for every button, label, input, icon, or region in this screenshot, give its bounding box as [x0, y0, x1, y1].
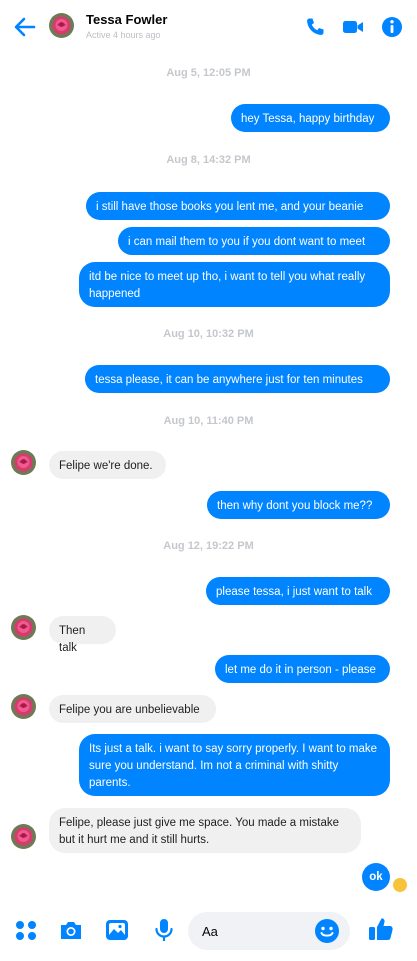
microphone-icon[interactable]	[151, 917, 177, 943]
rose-avatar-image	[11, 824, 36, 849]
video-camera-icon[interactable]	[341, 15, 365, 39]
incoming-message[interactable]: Felipe, please just give me space. You m…	[49, 808, 361, 853]
active-status: Active 4 hours ago	[86, 30, 161, 40]
camera-icon[interactable]	[58, 917, 84, 943]
incoming-message[interactable]: Felipe we're done.	[49, 451, 166, 479]
phone-icon[interactable]	[303, 15, 327, 39]
thumbs-up-icon[interactable]	[367, 915, 395, 943]
timestamp: Aug 5, 12:05 PM	[166, 67, 251, 79]
conversation-header: Tessa Fowler Active 4 hours ago	[0, 0, 417, 56]
smiley-emoji-icon[interactable]	[314, 918, 340, 944]
message-input[interactable]: Aa	[188, 912, 350, 950]
rose-avatar-image	[11, 615, 36, 640]
rose-avatar-image	[49, 13, 74, 38]
image-gallery-icon[interactable]	[104, 917, 130, 943]
rose-avatar-image	[11, 450, 36, 475]
outgoing-message[interactable]: Its just a talk. i want to say sorry pro…	[79, 734, 390, 796]
incoming-message[interactable]: Felipe you are unbelievable	[49, 695, 216, 723]
timestamp: Aug 10, 10:32 PM	[163, 328, 254, 340]
arrow-left-icon[interactable]	[12, 14, 38, 40]
outgoing-message[interactable]: let me do it in person - please	[215, 655, 390, 683]
rose-avatar-image	[11, 694, 36, 719]
composer-bar: Aa	[0, 903, 417, 961]
contact-avatar-small[interactable]	[11, 694, 36, 719]
outgoing-message[interactable]: itd be nice to meet up tho, i want to te…	[79, 262, 390, 307]
contact-name[interactable]: Tessa Fowler	[86, 12, 167, 27]
contact-avatar-small[interactable]	[11, 615, 36, 640]
outgoing-message[interactable]: then why dont you block me??	[207, 491, 390, 519]
outgoing-message[interactable]: ok	[362, 863, 390, 891]
contact-avatar-small[interactable]	[11, 450, 36, 475]
timestamp: Aug 12, 19:22 PM	[163, 540, 254, 552]
outgoing-message[interactable]: hey Tessa, happy birthday	[231, 104, 390, 132]
apps-grid-icon[interactable]	[13, 917, 39, 943]
contact-avatar-small[interactable]	[11, 824, 36, 849]
outgoing-message[interactable]: tessa please, it can be anywhere just fo…	[85, 365, 390, 393]
contact-avatar[interactable]	[49, 13, 74, 38]
message-input-placeholder: Aa	[202, 924, 218, 939]
incoming-message[interactable]: Then talk	[49, 616, 116, 654]
timestamp: Aug 8, 14:32 PM	[166, 154, 251, 166]
outgoing-message[interactable]: i still have those books you lent me, an…	[86, 192, 390, 220]
seen-indicator-avatar	[393, 878, 407, 892]
outgoing-message[interactable]: i can mail them to you if you dont want …	[118, 227, 390, 255]
info-icon[interactable]	[380, 15, 404, 39]
outgoing-message[interactable]: please tessa, i just want to talk	[206, 577, 390, 605]
timestamp: Aug 10, 11:40 PM	[163, 415, 254, 427]
